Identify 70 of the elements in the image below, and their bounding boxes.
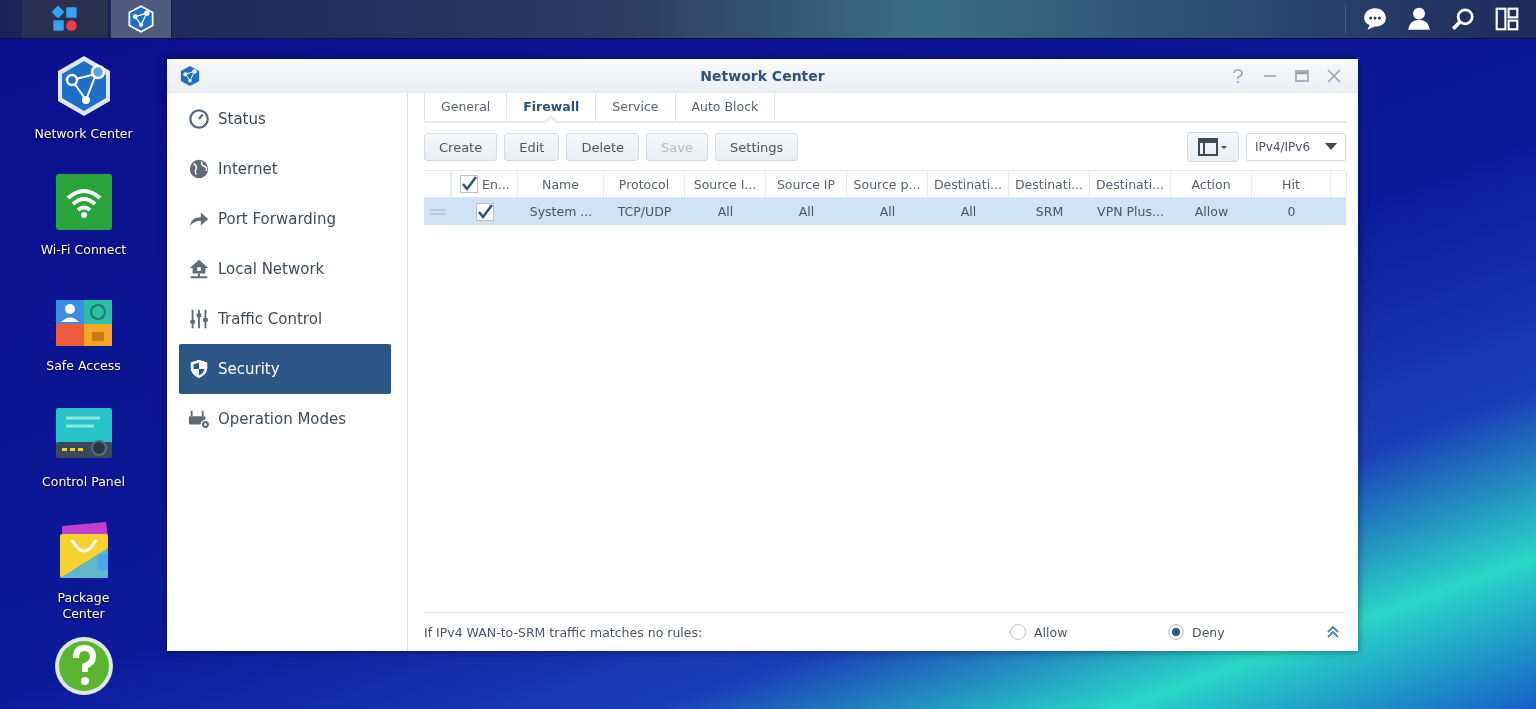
desktop-icon-label[interactable]: Package Center xyxy=(43,590,124,622)
chat-icon[interactable] xyxy=(1362,6,1388,32)
table-cell-text: All xyxy=(716,203,735,221)
checkbox[interactable] xyxy=(460,175,478,193)
traffic-control-icon xyxy=(188,308,210,330)
widgets-icon[interactable] xyxy=(1494,6,1520,32)
tab[interactable]: Auto Block xyxy=(675,91,776,121)
caret-icon xyxy=(1325,143,1337,151)
column-header[interactable]: Destinati... xyxy=(1090,171,1171,197)
taskbar-button[interactable] xyxy=(111,0,172,38)
radio-option[interactable]: Deny xyxy=(1168,624,1326,640)
main-menu-icon xyxy=(51,5,79,33)
table-row[interactable]: System ... TCP/UDP All All All All SRM VPN Plus... Allow 0 xyxy=(424,198,1346,225)
protocol-dropdown[interactable]: IPv4/IPv6 xyxy=(1246,133,1346,161)
sidebar-item[interactable]: Local Network xyxy=(179,244,391,294)
tab[interactable]: Service xyxy=(596,91,676,121)
radio-option[interactable]: Allow xyxy=(1010,624,1168,640)
column-header[interactable]: Hit xyxy=(1252,171,1331,197)
toolbar-button[interactable]: Settings xyxy=(715,133,799,161)
network-icon xyxy=(127,5,155,33)
column-header[interactable]: Source p... xyxy=(847,171,928,197)
operation-modes-icon xyxy=(188,408,210,430)
table-cell-text: All xyxy=(959,203,978,221)
column-layout-icon xyxy=(1198,138,1228,156)
column-header[interactable]: Name xyxy=(518,171,604,197)
table-cell-text: All xyxy=(878,203,897,221)
sidebar-item[interactable]: Traffic Control xyxy=(179,294,391,344)
window-title: Network Center xyxy=(700,68,825,84)
sidebar-item[interactable]: Operation Modes xyxy=(179,394,391,444)
toolbar-button[interactable]: Edit xyxy=(504,133,560,161)
column-layout-button[interactable] xyxy=(1187,132,1239,162)
table-cell-text: TCP/UDP xyxy=(616,203,673,221)
column-header[interactable]: Source IP xyxy=(766,171,847,197)
taskbar-button[interactable] xyxy=(22,0,109,38)
security-icon xyxy=(188,358,210,380)
default-policy-label: If IPv4 WAN-to-SRM traffic matches no rules: xyxy=(424,624,703,640)
column-header[interactable]: Action xyxy=(1171,171,1252,197)
radio-button[interactable] xyxy=(1010,624,1026,640)
table-cell-text: System ... xyxy=(528,203,594,221)
column-header[interactable]: Source I... xyxy=(685,171,766,197)
desktop-icon-label[interactable]: Safe Access xyxy=(23,358,144,374)
user-icon[interactable] xyxy=(1406,6,1432,32)
status-icon xyxy=(188,108,210,130)
collapse-icon[interactable] xyxy=(1326,625,1340,639)
local-network-icon xyxy=(188,258,210,280)
tab[interactable]: General xyxy=(424,91,508,121)
table-cell-text: SRM xyxy=(1034,203,1065,221)
drag-handle-icon[interactable] xyxy=(429,208,446,215)
table-cell-text: Allow xyxy=(1193,203,1230,221)
sidebar-item[interactable]: Status xyxy=(179,94,391,144)
column-header[interactable]: Destinati... xyxy=(1009,171,1090,197)
table-cell-text: 0 xyxy=(1286,203,1297,221)
sidebar-item[interactable]: Port Forwarding xyxy=(179,194,391,244)
table-cell-text: All xyxy=(797,203,816,221)
column-header[interactable]: Destinati... xyxy=(928,171,1009,197)
search-icon[interactable] xyxy=(1450,6,1476,32)
table-cell-text: VPN Plus... xyxy=(1096,203,1165,221)
internet-icon xyxy=(188,158,210,180)
desktop-icon-label[interactable]: Control Panel xyxy=(23,474,144,490)
desktop-icon-label[interactable]: Wi-Fi Connect xyxy=(23,242,144,258)
sidebar-item[interactable]: Security xyxy=(179,344,391,394)
checkbox[interactable] xyxy=(475,202,494,221)
column-header[interactable]: En... xyxy=(482,176,510,192)
network-icon xyxy=(179,65,201,87)
toolbar-button[interactable]: Create xyxy=(424,133,498,161)
radio-button[interactable] xyxy=(1168,624,1184,640)
desktop-icon-label[interactable]: Network Center xyxy=(23,126,144,142)
toolbar-button[interactable]: Delete xyxy=(566,133,640,161)
column-header[interactable]: Protocol xyxy=(604,171,685,197)
sidebar-item[interactable]: Internet xyxy=(179,144,391,194)
